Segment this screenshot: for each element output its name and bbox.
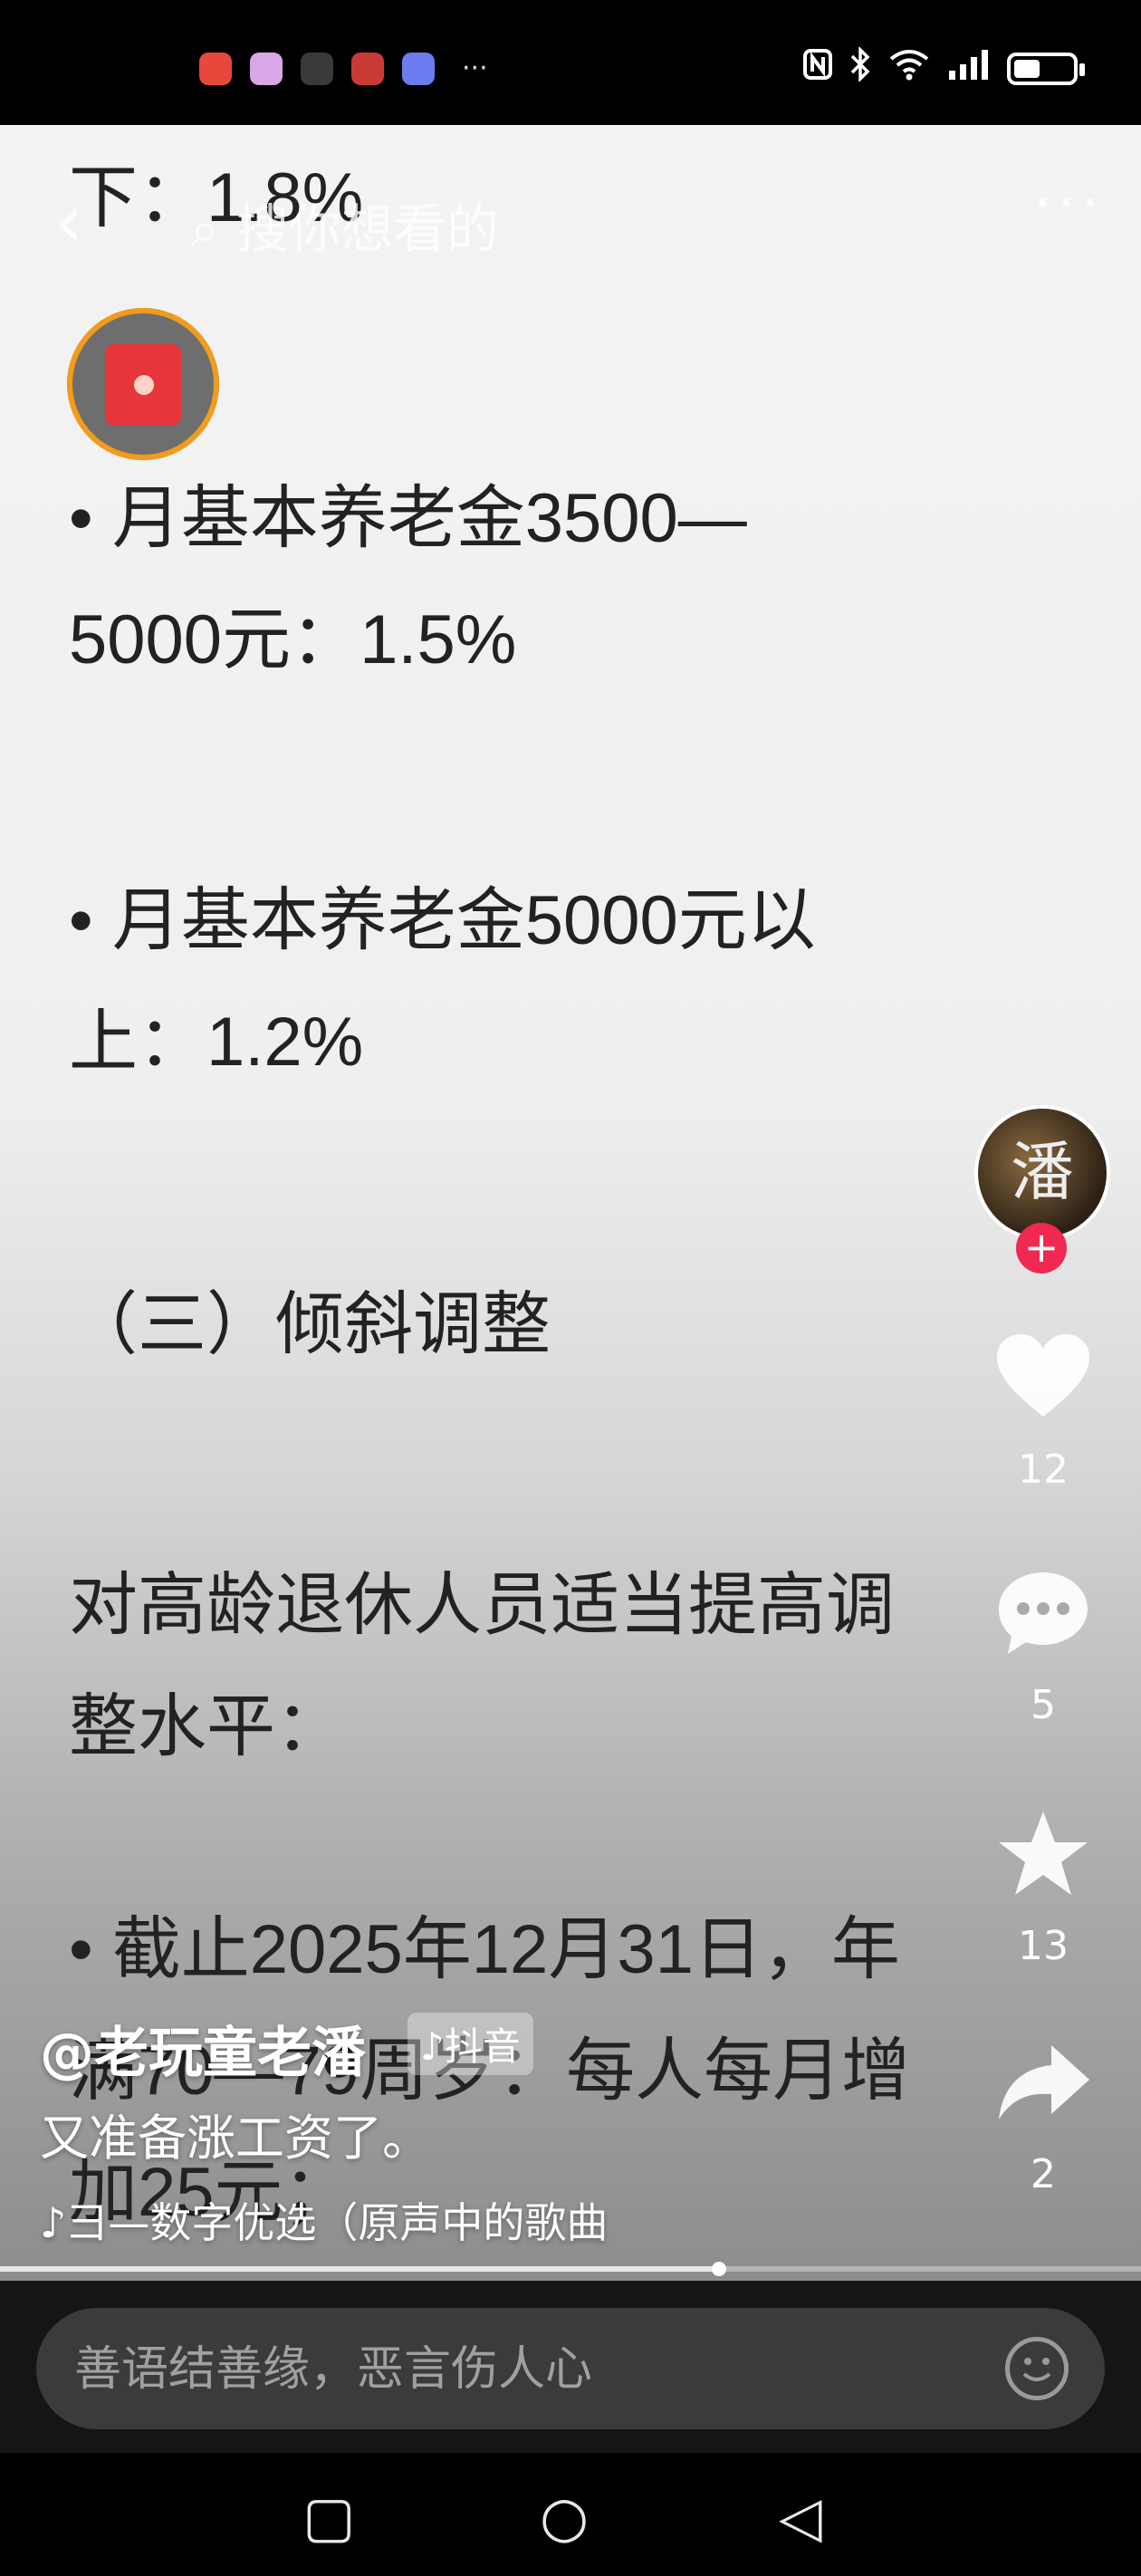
status-right [802,45,1085,90]
like-button[interactable]: 12 [987,1331,1099,1493]
search-hint-text: 搜你想看的 [235,198,499,260]
signal-icon [947,49,991,88]
more-options-button[interactable]: ··· [1033,170,1105,237]
doc-line: 整水平： [69,1688,344,1765]
heart-icon [987,1331,1099,1441]
favorite-button[interactable]: 13 [987,1808,1099,1969]
doc-line: （三）倾斜调整 [69,1286,551,1363]
author-username[interactable]: @老玩童老潘 [40,2009,366,2088]
search-hint[interactable]: ⌕ 搜你想看的 [190,187,499,263]
follow-button[interactable]: + [1016,1223,1067,1274]
system-nav-bar: ▢ ○ ◁ [0,2453,1141,2576]
favorite-count: 13 [1018,1923,1069,1969]
doc-line: • 月基本养老金3500— [69,480,747,557]
comment-bar [0,2281,1141,2453]
app-notification-icon [199,53,232,85]
top-bar: ‹ ⌕ 搜你想看的 ··· [0,125,1141,270]
emoji-icon[interactable] [1005,2337,1069,2400]
progress-fill [0,2266,719,2272]
status-bar: ··· [0,0,1141,125]
comment-count: 5 [1031,1682,1056,1728]
app-notification-icon [351,53,384,85]
bluetooth-icon [849,45,871,90]
doc-line: • 截止2025年12月31日，年 [69,1911,900,1988]
comment-input[interactable] [72,2308,982,2431]
music-title[interactable]: ♪彐—数字优选（原声中的歌曲 [40,2190,608,2250]
wifi-icon [887,48,931,89]
video-caption[interactable]: 又准备涨工资了。 [40,2098,431,2169]
comment-bubble-icon [987,1567,1099,1677]
back-button[interactable]: ‹ [54,179,83,264]
battery-icon [1007,52,1085,85]
share-arrow-icon [987,2036,1099,2146]
nav-back-button[interactable]: ◁ [779,2484,822,2550]
progress-knob[interactable] [711,2262,726,2276]
recent-apps-button[interactable]: ▢ [302,2484,356,2550]
red-envelope-widget[interactable] [67,308,219,460]
author-avatar[interactable]: 潘 [974,1105,1110,1241]
app-notification-icon [402,53,435,85]
star-icon [987,1808,1099,1918]
doc-line: 5000元：1.5% [69,601,517,678]
like-count: 12 [1018,1447,1069,1493]
home-button[interactable]: ○ [540,2484,589,2550]
doc-line: • 月基本养老金5000元以 [69,882,816,959]
share-count: 2 [1031,2151,1056,2197]
app-notification-icon [250,53,283,85]
status-app-icons: ··· [199,53,488,85]
doc-line: 上：1.2% [69,1004,364,1081]
doc-line: 对高龄退休人员适当提高调 [69,1567,895,1644]
search-icon: ⌕ [190,198,236,260]
video-progress-bar[interactable] [0,2262,1141,2276]
red-envelope-icon [105,344,181,426]
comment-box[interactable] [36,2308,1105,2431]
platform-badge: ♪抖音 [408,2013,533,2075]
comment-button[interactable]: 5 [987,1567,1099,1728]
nfc-icon [802,48,833,89]
share-button[interactable]: 2 [987,2036,1099,2197]
app-notification-icon [301,53,333,85]
more-notifications-icon: ··· [462,53,488,84]
